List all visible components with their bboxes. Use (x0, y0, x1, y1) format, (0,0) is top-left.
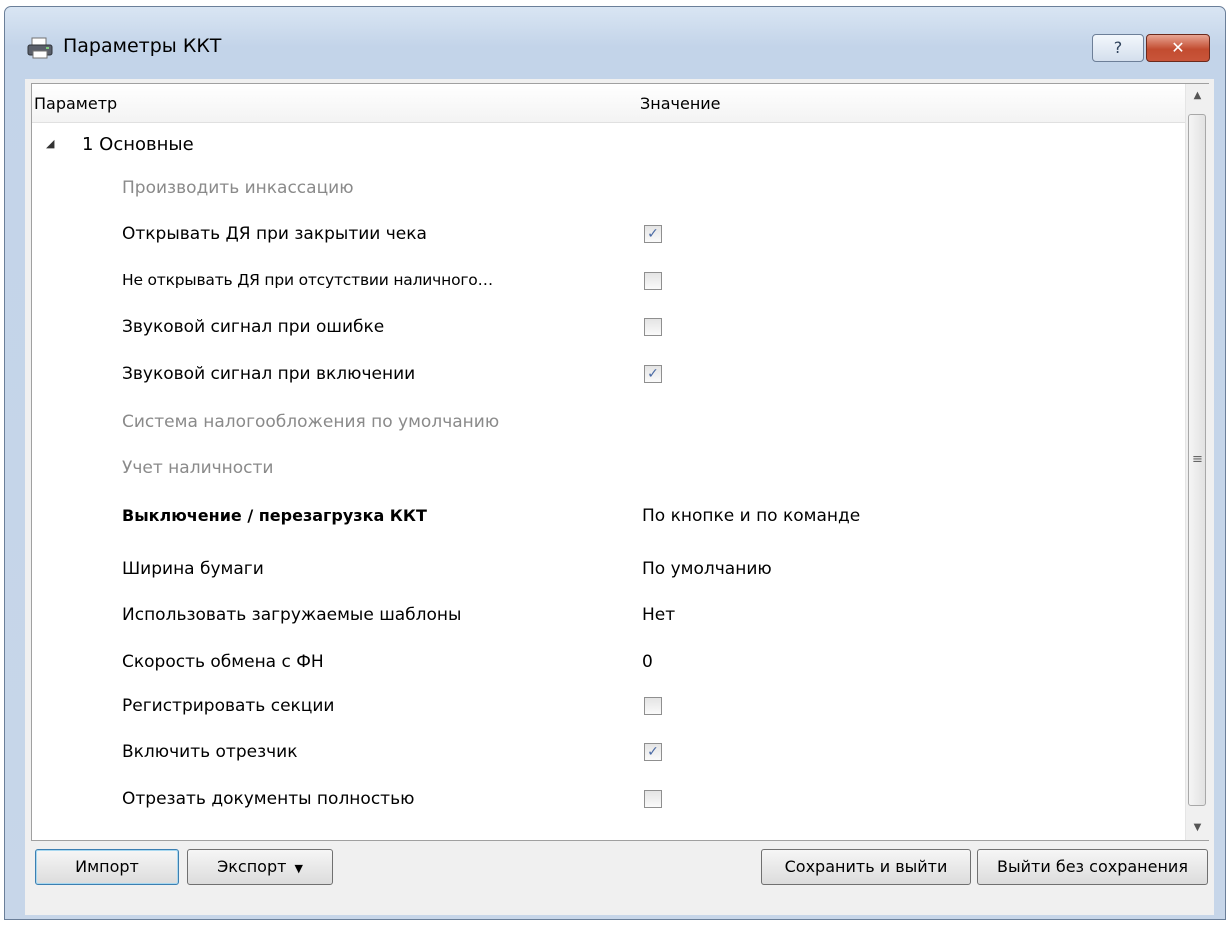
dialog-window: Параметры ККТ ? ✕ Параметр Значение ◢ 1 … (4, 6, 1226, 920)
parameter-name: Регистрировать секции (122, 696, 335, 716)
parameter-value[interactable]: По умолчанию (642, 559, 772, 579)
parameter-row[interactable]: Ширина бумаги По умолчанию (32, 551, 1185, 591)
printer-icon (27, 37, 53, 59)
scrollbar-thumb[interactable]: ≡ (1188, 114, 1206, 806)
window-title: Параметры ККТ (63, 35, 222, 57)
export-button[interactable]: Экспорт ▼ (187, 849, 333, 885)
export-button-label: Экспорт (217, 857, 287, 876)
column-header-parameter[interactable]: Параметр (34, 94, 117, 113)
column-header-value[interactable]: Значение (640, 94, 721, 113)
parameter-checkbox[interactable] (644, 272, 662, 290)
parameter-name: Звуковой сигнал при включении (122, 364, 416, 384)
save-and-exit-button[interactable]: Сохранить и выйти (761, 849, 971, 885)
parameter-row[interactable]: Использовать загружаемые шаблоны Нет (32, 597, 1185, 637)
import-button-label: Импорт (75, 857, 139, 876)
parameter-checkbox[interactable] (644, 697, 662, 715)
parameter-row[interactable]: Открывать ДЯ при закрытии чека ✓ (32, 216, 1185, 256)
parameter-value[interactable]: По кнопке и по команде (642, 506, 860, 526)
parameter-name: Включить отрезчик (122, 742, 298, 762)
dropdown-caret-icon: ▼ (294, 862, 303, 875)
parameter-name: Звуковой сигнал при ошибке (122, 317, 385, 337)
parameter-row[interactable]: Выключение / перезагрузка ККТ По кнопке и… (32, 498, 1185, 538)
parameter-value[interactable]: Нет (642, 605, 675, 625)
exit-without-saving-label: Выйти без сохранения (997, 857, 1188, 876)
parameter-row[interactable]: Отрезать документы полностью (32, 781, 1185, 821)
close-button[interactable]: ✕ (1146, 34, 1210, 62)
parameter-row[interactable]: Производить инкассацию (32, 170, 1185, 210)
parameters-grid: Параметр Значение ◢ 1 Основные Производи… (31, 83, 1209, 841)
parameter-name: Производить инкассацию (122, 178, 354, 198)
parameter-row[interactable]: Учет наличности (32, 450, 1185, 490)
parameter-name: Ширина бумаги (122, 559, 264, 579)
parameter-name: Открывать ДЯ при закрытии чека (122, 224, 427, 244)
group-row-basic[interactable]: ◢ 1 Основные (32, 128, 632, 162)
exit-without-saving-button[interactable]: Выйти без сохранения (977, 849, 1208, 885)
parameter-row[interactable]: Скорость обмена с ФН 0 (32, 644, 1185, 684)
parameter-row[interactable]: Звуковой сигнал при ошибке (32, 309, 1185, 349)
parameter-row[interactable]: Не открывать ДЯ при отсутствии наличного… (32, 263, 1185, 303)
save-and-exit-label: Сохранить и выйти (784, 857, 948, 876)
checkmark-icon: ✓ (647, 226, 659, 242)
parameter-row[interactable]: Регистрировать секции (32, 688, 1185, 728)
parameter-value[interactable]: 0 (642, 652, 653, 672)
grid-header: Параметр Значение (32, 84, 1185, 123)
parameter-checkbox[interactable] (644, 790, 662, 808)
parameter-name: Выключение / перезагрузка ККТ (122, 506, 427, 525)
dialog-body: Параметр Значение ◢ 1 Основные Производи… (25, 79, 1214, 915)
grip-icon: ≡ (1192, 452, 1203, 467)
import-button[interactable]: Импорт (35, 849, 179, 885)
parameter-name: Учет наличности (122, 458, 274, 478)
parameter-name: Система налогообложения по умолчанию (122, 412, 500, 432)
parameter-checkbox[interactable]: ✓ (644, 743, 662, 761)
parameter-name: Не открывать ДЯ при отсутствии наличного… (122, 271, 493, 289)
parameter-row[interactable]: Система налогообложения по умолчанию (32, 404, 1185, 444)
checkmark-icon: ✓ (647, 366, 659, 382)
group-label: 1 Основные (82, 134, 194, 155)
parameter-row[interactable]: Звуковой сигнал при включении ✓ (32, 356, 1185, 396)
parameter-name: Скорость обмена с ФН (122, 652, 324, 672)
parameter-checkbox[interactable]: ✓ (644, 225, 662, 243)
parameter-checkbox[interactable]: ✓ (644, 365, 662, 383)
title-bar[interactable]: Параметры ККТ ? ✕ (5, 7, 1225, 79)
parameter-name: Использовать загружаемые шаблоны (122, 605, 462, 625)
triangle-expanded-icon[interactable]: ◢ (46, 137, 54, 150)
arrow-up-icon[interactable]: ▲ (1186, 84, 1209, 108)
checkmark-icon: ✓ (647, 744, 659, 760)
help-button[interactable]: ? (1092, 34, 1144, 62)
arrow-down-icon[interactable]: ▼ (1186, 816, 1209, 840)
vertical-scrollbar[interactable]: ▲ ≡ ▼ (1185, 84, 1209, 840)
parameter-row[interactable]: Включить отрезчик ✓ (32, 734, 1185, 774)
parameter-name: Отрезать документы полностью (122, 789, 415, 809)
parameter-checkbox[interactable] (644, 318, 662, 336)
